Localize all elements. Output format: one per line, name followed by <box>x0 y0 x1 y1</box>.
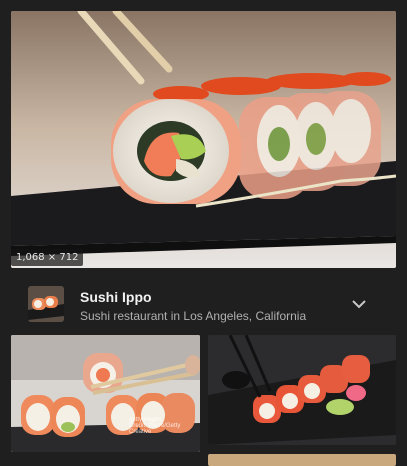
related-image-partial[interactable] <box>208 454 396 466</box>
related-image-chopsticks-roll[interactable]: gettyimages Credit: Pierre/Getty Creativ… <box>11 335 200 452</box>
place-subtitle: Sushi restaurant in Los Angeles, Califor… <box>80 309 307 323</box>
getty-watermark: gettyimages Credit: Pierre/Getty Creativ… <box>129 417 181 435</box>
main-image-sushi-roll[interactable] <box>11 11 396 268</box>
place-result-row[interactable]: Sushi Ippo Sushi restaurant in Los Angel… <box>0 277 407 332</box>
place-title[interactable]: Sushi Ippo <box>80 289 152 305</box>
image-dimensions-badge: 1,068 × 712 <box>11 249 84 266</box>
chevron-down-icon[interactable] <box>350 297 368 311</box>
place-thumbnail <box>28 286 64 322</box>
related-image-rolls-slate[interactable] <box>208 335 396 445</box>
